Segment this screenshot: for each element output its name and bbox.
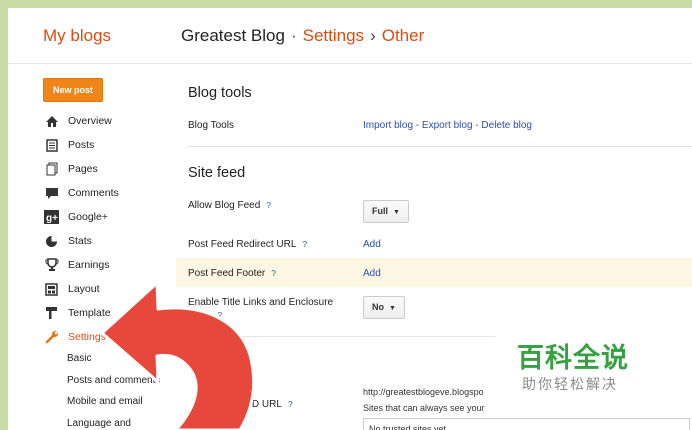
- help-icon[interactable]: ?: [302, 239, 307, 249]
- posts-icon: [43, 138, 60, 152]
- breadcrumb-separator: ›: [370, 26, 376, 45]
- trophy-icon: [43, 258, 60, 272]
- sidebar-item-pages[interactable]: Pages: [43, 157, 119, 181]
- sidebar-item-overview[interactable]: Overview: [43, 109, 119, 133]
- sidebar-nav: Overview Posts Pages Comments g+ Google+…: [43, 109, 119, 349]
- sidebar-item-label: Pages: [68, 163, 98, 175]
- sidebar-item-google-plus[interactable]: g+ Google+: [43, 205, 119, 229]
- breadcrumb-other[interactable]: Other: [382, 26, 425, 45]
- new-post-button[interactable]: New post: [43, 78, 103, 102]
- chevron-down-icon: ▼: [393, 209, 400, 216]
- title-links-select[interactable]: No ▼: [363, 296, 405, 319]
- allow-blog-feed-label: Allow Blog Feed?: [188, 200, 271, 211]
- post-feed-redirect-add-link[interactable]: Add: [363, 239, 381, 250]
- openid-heading: Op: [188, 354, 208, 370]
- openid-url-value: http://greatestblogeve.blogspo: [363, 387, 484, 397]
- title-links-text-line1: Enable Title Links and Enclosure: [188, 297, 334, 308]
- openid-url-label: Your Op D URL?: [188, 388, 293, 421]
- template-icon: [43, 306, 60, 320]
- pages-icon: [43, 162, 60, 176]
- google-plus-icon: g+: [43, 210, 60, 224]
- sidebar-item-label: Template: [68, 307, 111, 319]
- openid-url-text: Your Op D URL: [204, 399, 282, 410]
- allow-blog-feed-text: Allow Blog Feed: [188, 200, 261, 211]
- wrench-icon: [43, 330, 60, 344]
- help-icon[interactable]: ?: [271, 268, 276, 278]
- stats-icon: [43, 234, 60, 248]
- export-blog-link[interactable]: Export blog: [422, 120, 473, 131]
- site-feed-heading: Site feed: [188, 165, 246, 181]
- blog-tools-links: Import blog - Export blog - Delete blog: [363, 120, 532, 131]
- title-links-text-line2: Links: [188, 310, 212, 321]
- sidebar-item-settings[interactable]: Settings: [43, 325, 119, 349]
- sidebar-item-label: Posts: [68, 139, 95, 151]
- subnav-item-posts-comments[interactable]: Posts and comments: [67, 370, 160, 392]
- post-feed-footer-label: Post Feed Footer?: [188, 268, 276, 279]
- help-icon[interactable]: ?: [288, 399, 293, 409]
- link-separator: -: [413, 120, 422, 131]
- top-bar: My blogs Greatest Blog · Settings › Other: [8, 8, 692, 64]
- breadcrumb-settings[interactable]: Settings: [303, 26, 364, 45]
- sidebar-item-stats[interactable]: Stats: [43, 229, 119, 253]
- import-blog-link[interactable]: Import blog: [363, 120, 413, 131]
- post-feed-redirect-text: Post Feed Redirect URL: [188, 239, 297, 250]
- select-value: No: [372, 302, 384, 312]
- chevron-down-icon: ▼: [389, 305, 396, 312]
- sidebar-item-earnings[interactable]: Earnings: [43, 253, 119, 277]
- breadcrumb: Greatest Blog · Settings › Other: [181, 26, 424, 46]
- help-icon[interactable]: ?: [217, 310, 222, 320]
- sidebar-item-comments[interactable]: Comments: [43, 181, 119, 205]
- home-icon: [43, 114, 60, 128]
- settings-subnav: Basic Posts and comments Mobile and emai…: [67, 348, 160, 430]
- blog-tools-label: Blog Tools: [188, 120, 234, 131]
- my-blogs-link[interactable]: My blogs: [43, 26, 111, 46]
- allow-blog-feed-select[interactable]: Full ▼: [363, 200, 409, 223]
- sidebar-item-label: Settings: [68, 331, 106, 343]
- svg-text:g+: g+: [46, 213, 58, 224]
- post-feed-redirect-label: Post Feed Redirect URL?: [188, 239, 307, 250]
- sidebar-item-label: Overview: [68, 115, 112, 127]
- delete-blog-link[interactable]: Delete blog: [481, 120, 532, 131]
- select-value: Full: [372, 206, 388, 216]
- subnav-item-language[interactable]: Language and: [67, 413, 160, 430]
- trusted-sites-list: No trusted sites yet: [363, 418, 690, 430]
- watermark-logo-text: 百科全说: [517, 343, 629, 374]
- post-feed-footer-add-link[interactable]: Add: [363, 268, 381, 279]
- sidebar-item-label: Comments: [68, 187, 119, 199]
- subnav-item-basic[interactable]: Basic: [67, 348, 160, 370]
- openid-note: Sites that can always see your: [363, 403, 485, 413]
- breadcrumb-blog-name[interactable]: Greatest Blog: [181, 26, 285, 45]
- breadcrumb-separator: ·: [290, 26, 297, 45]
- layout-icon: [43, 282, 60, 296]
- sidebar-item-label: Layout: [68, 283, 100, 295]
- watermark: 百科全说 助你轻松解决: [495, 322, 692, 402]
- sidebar-item-posts[interactable]: Posts: [43, 133, 119, 157]
- sidebar-item-label: Google+: [68, 211, 108, 223]
- title-links-label: Enable Title Links and Enclosure Links?: [188, 297, 333, 322]
- sidebar-item-template[interactable]: Template: [43, 301, 119, 325]
- watermark-tagline: 助你轻松解决: [522, 377, 618, 393]
- blog-tools-heading: Blog tools: [188, 85, 252, 101]
- sidebar-item-label: Earnings: [68, 259, 110, 271]
- post-feed-footer-text: Post Feed Footer: [188, 268, 266, 279]
- section-divider: [188, 146, 692, 147]
- subnav-item-mobile-email[interactable]: Mobile and email: [67, 391, 160, 413]
- help-icon[interactable]: ?: [266, 200, 271, 210]
- comments-icon: [43, 186, 60, 200]
- sidebar-item-label: Stats: [68, 235, 92, 247]
- sidebar-item-layout[interactable]: Layout: [43, 277, 119, 301]
